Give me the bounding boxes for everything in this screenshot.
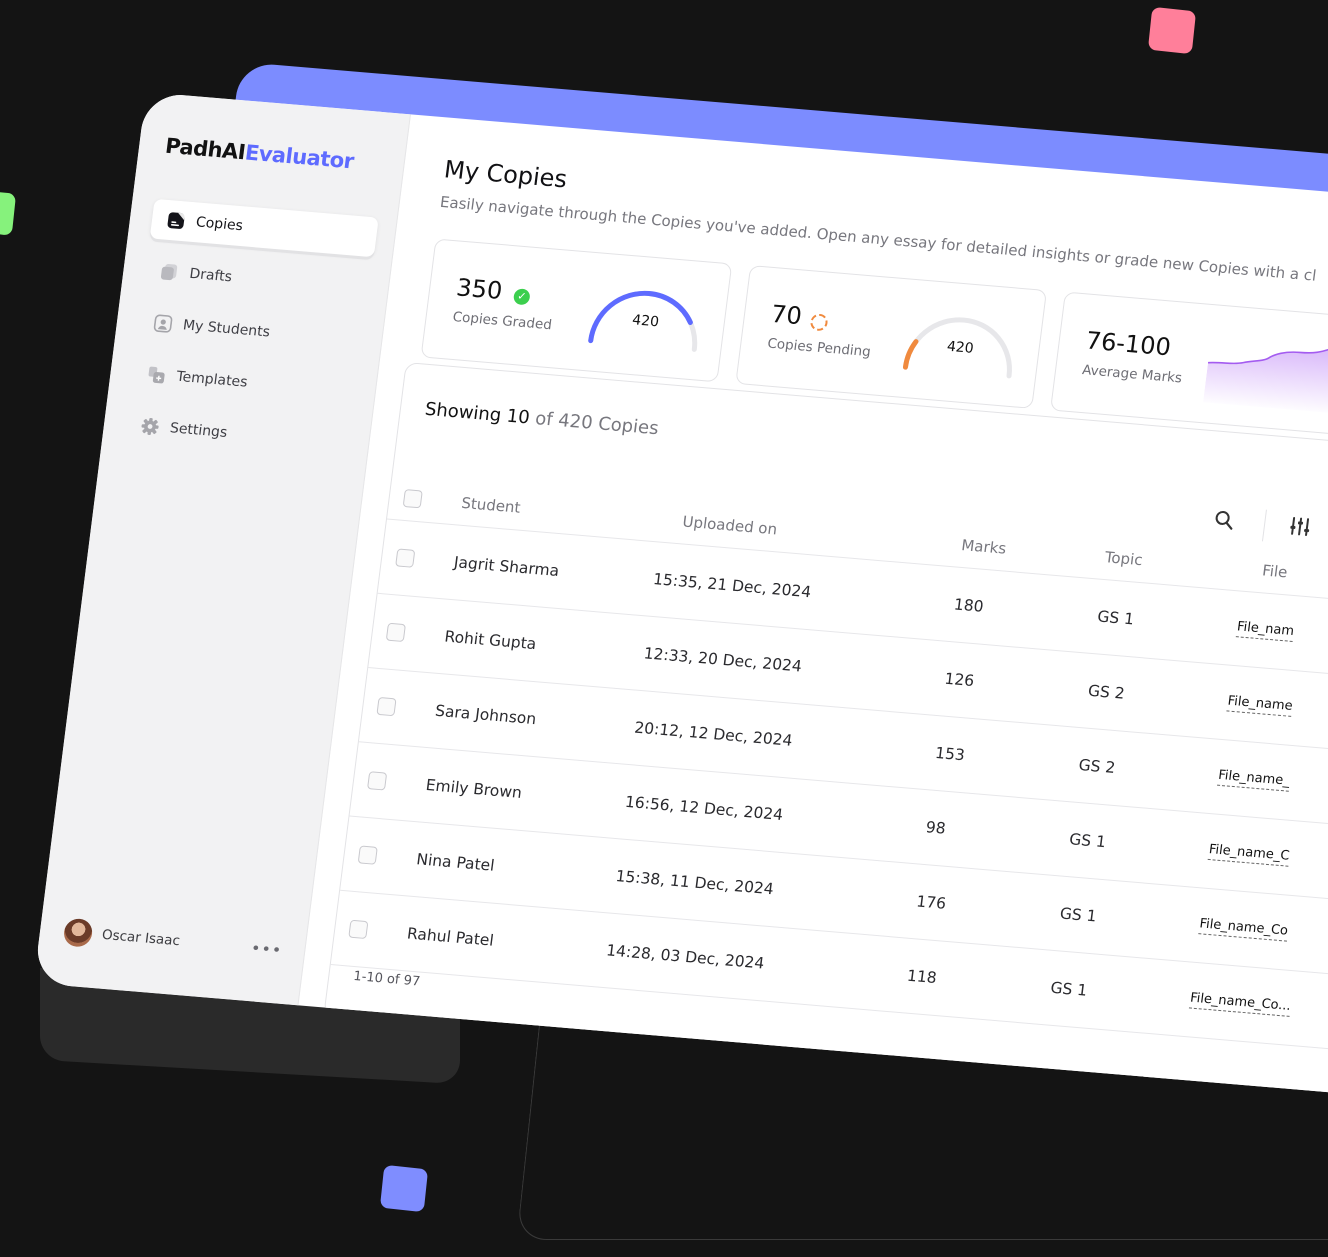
topic-value: GS 1 (1068, 830, 1107, 852)
average-label: Average Marks (1081, 362, 1183, 387)
file-link[interactable]: File_name_Co... (1188, 990, 1292, 1017)
sidebar-item-label: Copies (194, 214, 244, 235)
stat-card-pending[interactable]: 70 Copies Pending 420 (735, 265, 1048, 409)
check-icon: ✓ (512, 288, 531, 306)
pending-gauge: 420 (897, 305, 1025, 384)
row-checkbox[interactable] (376, 696, 397, 717)
table-tools (1212, 505, 1313, 545)
brand-logo[interactable]: PadhAIEvaluator (164, 134, 387, 176)
average-marks-sparkline (1203, 343, 1328, 418)
student-name: Sara Johnson (434, 701, 538, 729)
stat-card-graded[interactable]: 350 ✓ Copies Graded 420 (420, 238, 733, 383)
topic-value: GS 2 (1086, 681, 1126, 703)
row-checkbox[interactable] (385, 622, 406, 643)
filter-sliders-icon[interactable] (1287, 516, 1312, 542)
file-link[interactable]: File_nam (1235, 619, 1295, 642)
uploaded-date: 15:38, 11 Dec, 2024 (614, 867, 775, 899)
student-name: Nina Patel (415, 850, 496, 875)
templates-icon (145, 364, 167, 385)
row-checkbox[interactable] (357, 845, 378, 865)
decorative-square-green (0, 190, 17, 236)
file-link[interactable]: File_name (1226, 693, 1294, 717)
average-value: 76-100 (1084, 326, 1173, 362)
topic-value: GS 1 (1049, 978, 1089, 1000)
header-topic[interactable]: Topic (1104, 548, 1144, 569)
marks-value: 153 (934, 743, 966, 765)
graded-gauge: 420 (582, 279, 710, 358)
app-window: PadhAIEvaluator Copies Drafts My Student… (33, 92, 1328, 1105)
user-name: Oscar Isaac (101, 926, 181, 950)
row-checkbox[interactable] (395, 548, 416, 568)
marks-value: 118 (906, 966, 938, 988)
sidebar-item-drafts[interactable]: Drafts (143, 250, 372, 309)
header-marks[interactable]: Marks (960, 536, 1007, 558)
brand-part-1: PadhAI (163, 133, 247, 165)
copies-table-card: Showing 10 of 420 Copies Student Uploade… (323, 362, 1328, 1105)
graded-value: 350 (454, 273, 504, 305)
sidebar-item-label: Settings (168, 420, 229, 441)
topic-value: GS 1 (1096, 607, 1136, 629)
student-name: Rohit Gupta (443, 627, 538, 654)
header-student[interactable]: Student (460, 493, 521, 516)
pending-label: Copies Pending (766, 335, 872, 361)
marks-value: 180 (952, 595, 985, 616)
students-icon (152, 313, 174, 334)
stat-card-average[interactable]: 76-100 Average Marks (1049, 291, 1328, 436)
decorative-square-blue (379, 1164, 429, 1213)
sidebar-item-my-students[interactable]: My Students (137, 302, 366, 361)
file-link[interactable]: File_name_Co (1198, 916, 1289, 942)
user-profile[interactable]: Oscar Isaac ••• (62, 917, 284, 964)
select-all-checkbox[interactable] (402, 488, 423, 508)
uploaded-date: 15:35, 21 Dec, 2024 (652, 570, 813, 602)
student-name: Jagrit Sharma (452, 553, 561, 580)
marks-value: 98 (924, 818, 947, 838)
sidebar-item-label: Drafts (188, 265, 233, 286)
student-name: Rahul Patel (406, 924, 495, 950)
uploaded-date: 12:33, 20 Dec, 2024 (642, 644, 803, 676)
brand-part-2: Evaluator (243, 140, 356, 174)
drafts-icon (158, 261, 180, 282)
avatar[interactable] (62, 917, 94, 948)
file-link[interactable]: File_name_ (1217, 767, 1291, 792)
student-name: Emily Brown (424, 776, 523, 802)
file-link[interactable]: File_name_C (1207, 842, 1291, 867)
pending-value: 70 (769, 299, 804, 331)
row-checkbox[interactable] (348, 919, 369, 940)
copies-icon (165, 210, 187, 231)
pending-icon (809, 313, 829, 332)
more-options-icon[interactable]: ••• (250, 938, 284, 959)
topic-value: GS 2 (1077, 756, 1117, 777)
sidebar-nav: Copies Drafts My Students Templates Sett… (124, 198, 379, 464)
showing-count: Showing 10 of 420 Copies (424, 399, 660, 439)
sidebar-item-label: My Students (181, 317, 271, 341)
sidebar-item-settings[interactable]: Settings (124, 405, 353, 464)
decorative-square-pink (1147, 6, 1197, 55)
header-file[interactable]: File (1261, 561, 1288, 581)
sidebar-item-templates[interactable]: Templates (130, 353, 359, 412)
pagination-range: 1-10 of 97 (352, 969, 421, 990)
uploaded-date: 20:12, 12 Dec, 2024 (633, 718, 794, 750)
main-content: My Copies Easily navigate through the Co… (298, 114, 1328, 1105)
uploaded-date: 14:28, 03 Dec, 2024 (605, 941, 766, 973)
topic-value: GS 1 (1058, 904, 1098, 926)
uploaded-date: 16:56, 12 Dec, 2024 (623, 792, 785, 824)
gear-icon (139, 416, 161, 437)
marks-value: 176 (915, 892, 948, 913)
app-window-stage: PadhAIEvaluator Copies Drafts My Student… (33, 61, 1328, 1105)
header-uploaded[interactable]: Uploaded on (682, 512, 779, 538)
sidebar-item-label: Templates (175, 368, 249, 391)
sidebar-item-copies[interactable]: Copies (149, 198, 379, 258)
row-checkbox[interactable] (367, 771, 388, 791)
graded-label: Copies Graded (451, 309, 553, 334)
showing-suffix: of 420 Copies (528, 407, 660, 440)
marks-value: 126 (943, 669, 976, 691)
search-icon[interactable] (1213, 509, 1236, 534)
showing-prefix: Showing 10 (423, 398, 531, 429)
tools-divider (1261, 509, 1267, 542)
